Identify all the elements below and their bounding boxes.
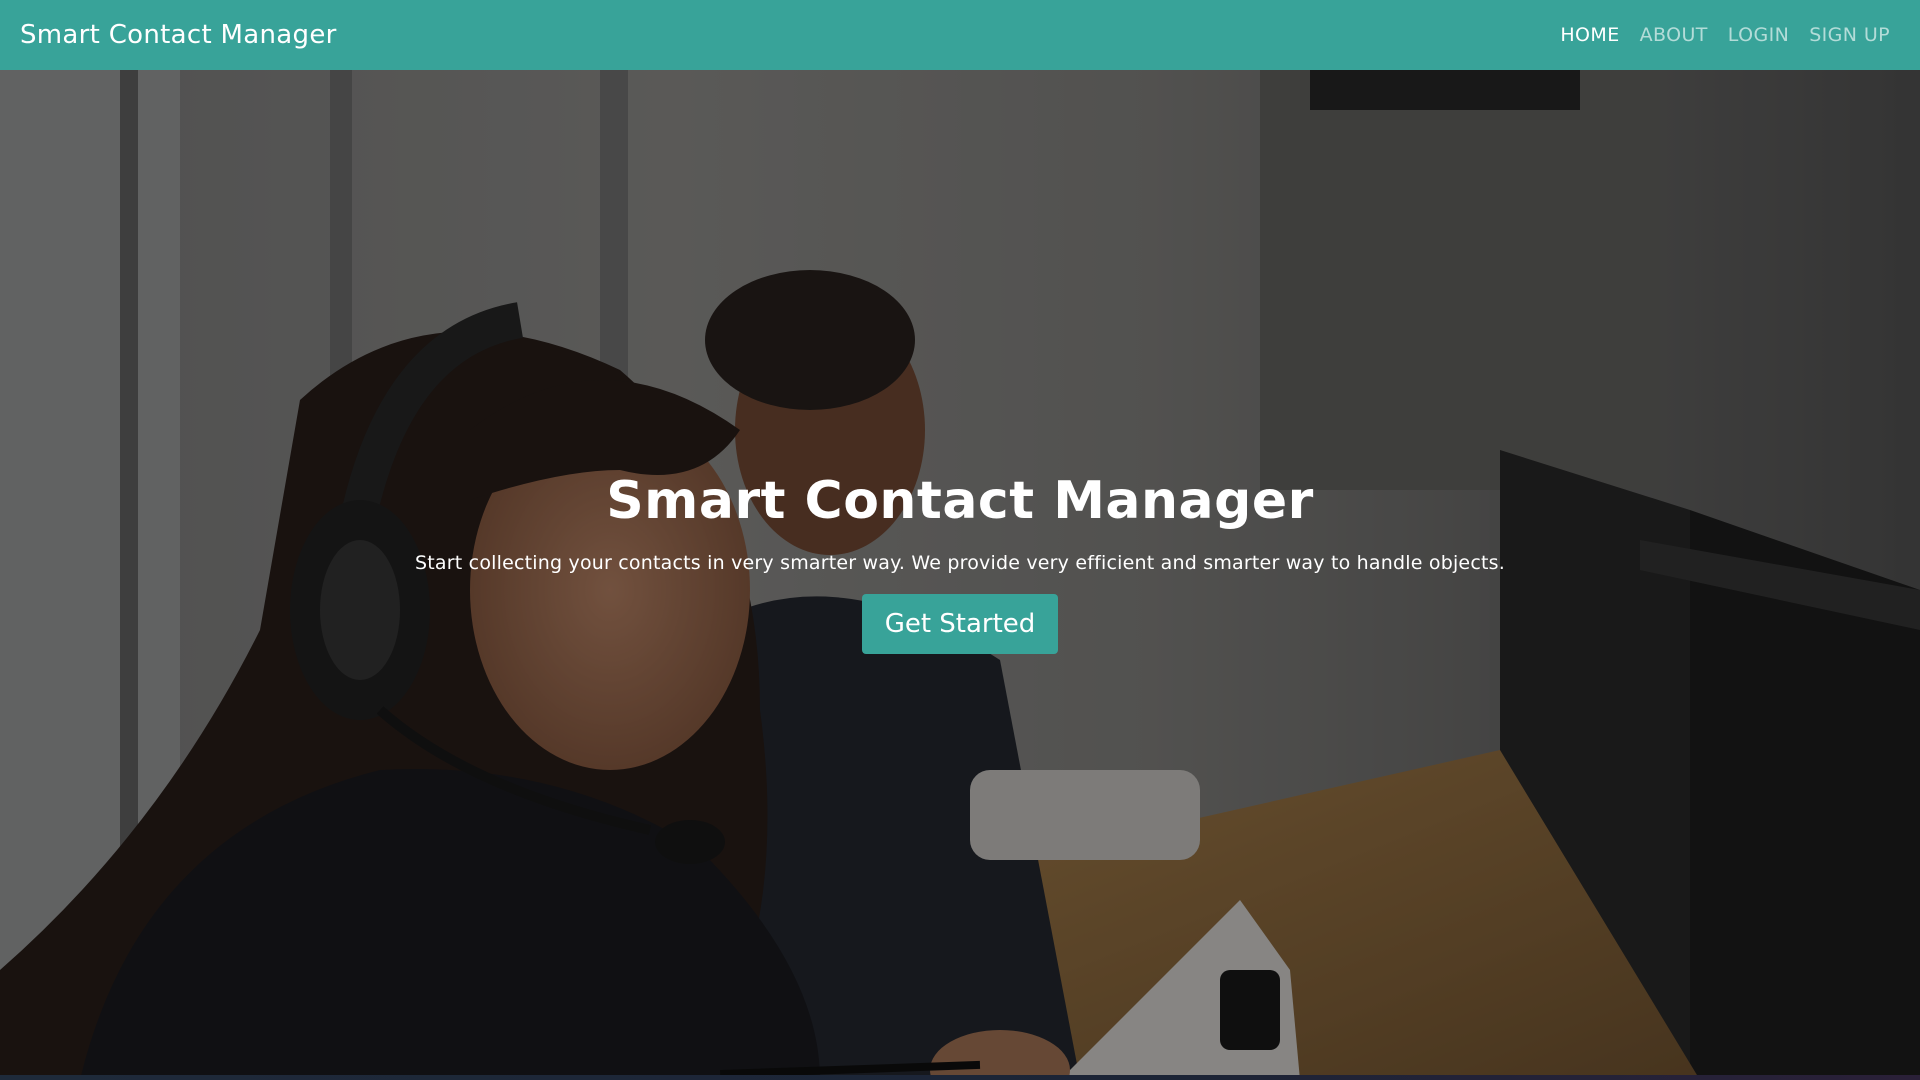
- hero-subtitle: Start collecting your contacts in very s…: [415, 552, 1505, 575]
- brand-link[interactable]: Smart Contact Manager: [20, 20, 337, 50]
- nav-link-home[interactable]: HOME: [1560, 24, 1619, 46]
- navbar: Smart Contact Manager HOME ABOUT LOGIN S…: [0, 0, 1920, 70]
- nav-link-login[interactable]: LOGIN: [1728, 24, 1789, 46]
- hero-title: Smart Contact Manager: [606, 471, 1314, 531]
- nav-link-signup[interactable]: SIGN UP: [1809, 24, 1890, 46]
- get-started-button[interactable]: Get Started: [862, 594, 1058, 655]
- hero-section: Smart Contact Manager Start collecting y…: [0, 70, 1920, 1075]
- hero-content: Smart Contact Manager Start collecting y…: [0, 70, 1920, 1075]
- page-bottom-edge: [0, 1075, 1920, 1080]
- nav-link-about[interactable]: ABOUT: [1640, 24, 1708, 46]
- nav-links: HOME ABOUT LOGIN SIGN UP: [1560, 24, 1900, 46]
